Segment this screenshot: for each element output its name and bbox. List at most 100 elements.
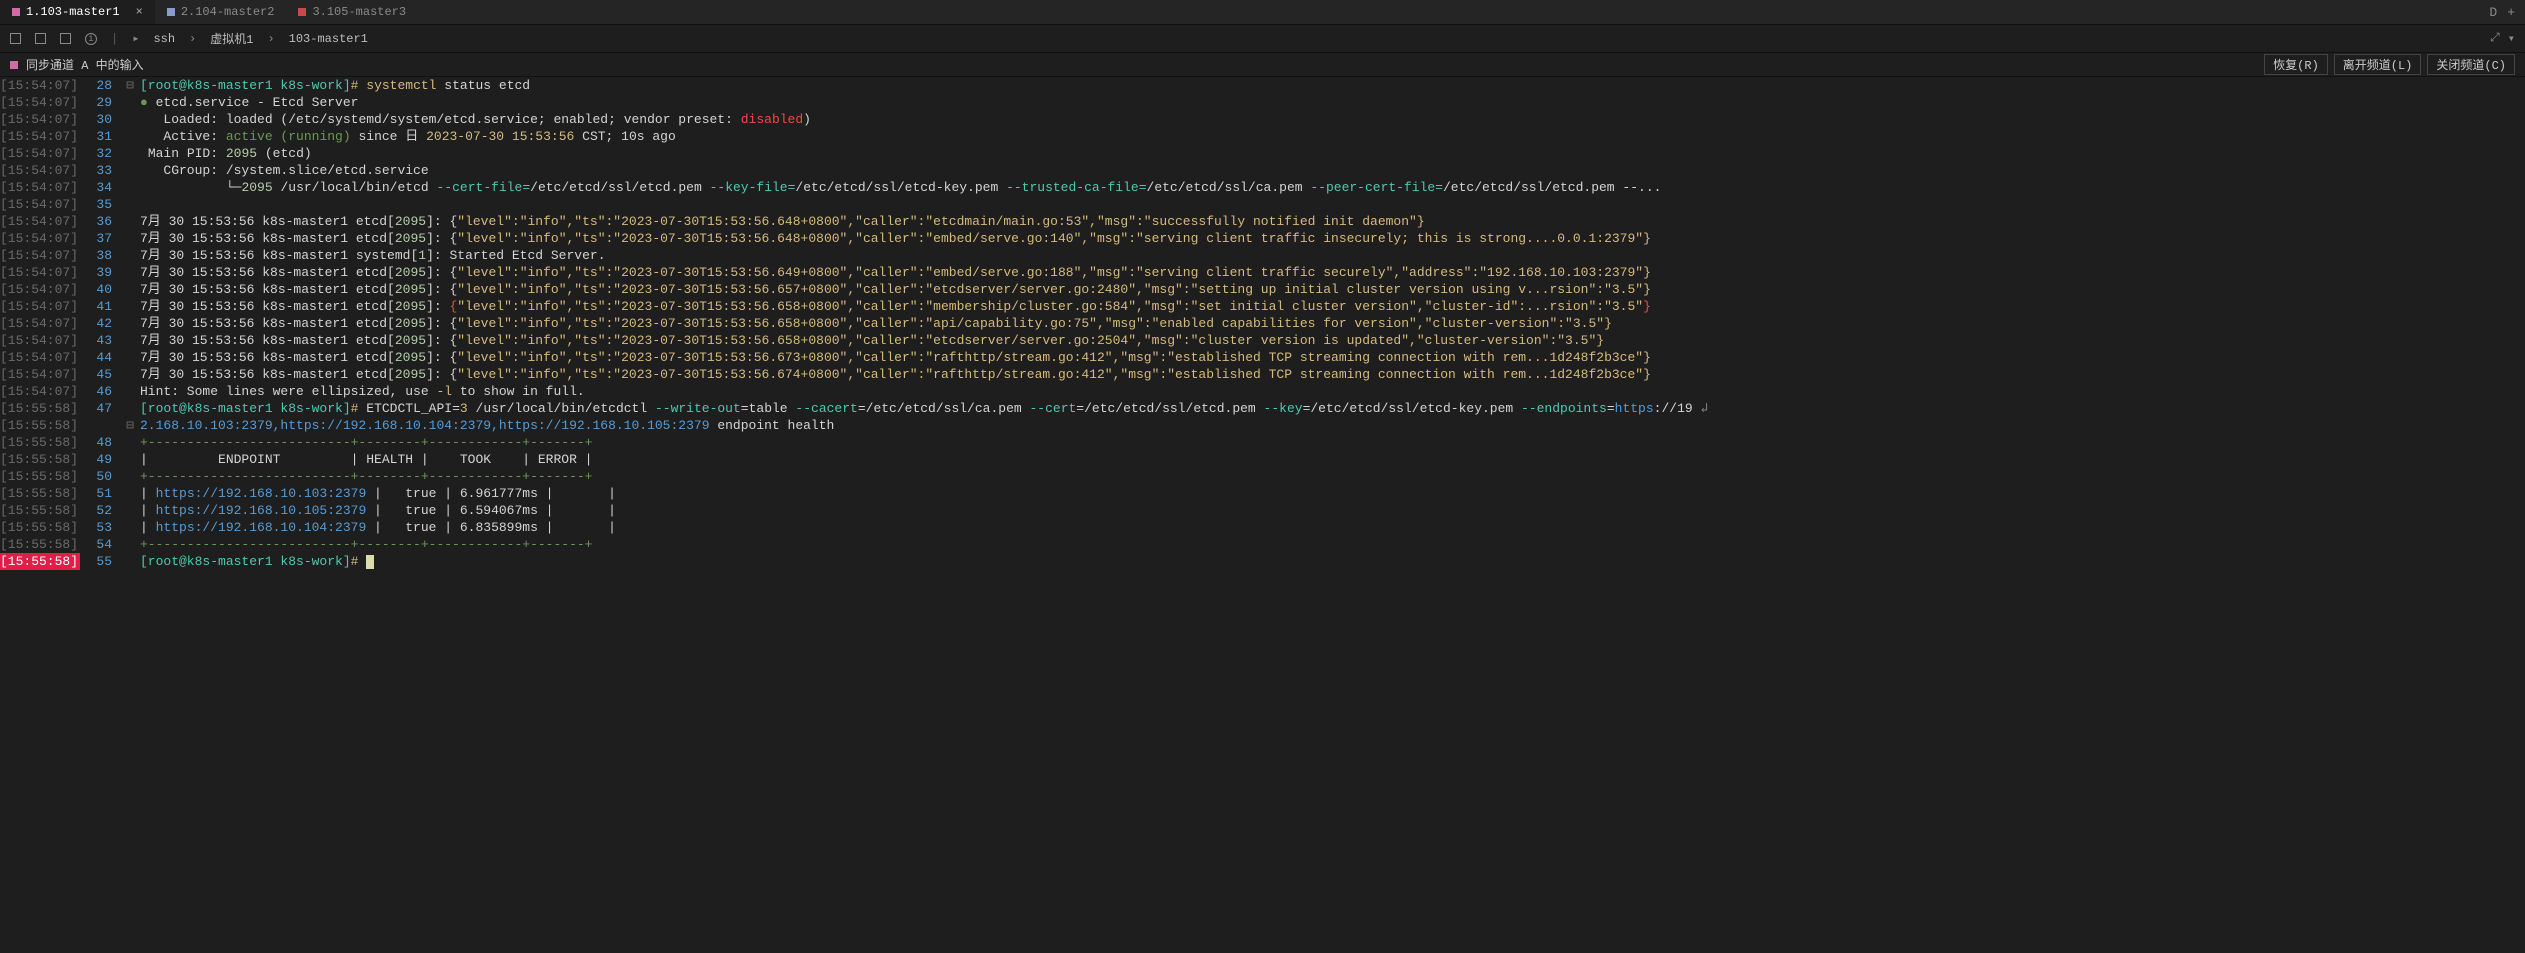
gutter (120, 196, 140, 213)
line-content: +--------------------------+--------+---… (140, 536, 2525, 553)
terminal-line: [15:55:58]49 | ENDPOINT | HEALTH | TOOK … (0, 451, 2525, 468)
line-number: 31 (80, 128, 120, 145)
gutter (120, 111, 140, 128)
timestamp: [15:55:58] (0, 434, 80, 451)
tab-2[interactable]: 2.104-master2 (155, 0, 287, 24)
terminal-line: [15:54:07]42 7月 30 15:53:56 k8s-master1 … (0, 315, 2525, 332)
tabbar-letter[interactable]: D (2489, 5, 2497, 20)
terminal-line: [15:54:07]46 Hint: Some lines were ellip… (0, 383, 2525, 400)
tab-bar: 1.103-master1 × 2.104-master2 3.105-mast… (0, 0, 2525, 25)
line-content: Main PID: 2095 (etcd) (140, 145, 2525, 162)
terminal-line: [15:54:07]30 Loaded: loaded (/etc/system… (0, 111, 2525, 128)
panel-icon-3[interactable] (60, 33, 71, 44)
line-number: 53 (80, 519, 120, 536)
timestamp: [15:54:07] (0, 298, 80, 315)
line-number: 51 (80, 485, 120, 502)
line-content: 7月 30 15:53:56 k8s-master1 etcd[2095]: {… (140, 213, 2525, 230)
panel-icon-2[interactable] (35, 33, 46, 44)
timestamp: [15:54:07] (0, 179, 80, 196)
tab-1[interactable]: 1.103-master1 × (0, 0, 155, 24)
timestamp: [15:55:58] (0, 519, 80, 536)
timestamp: [15:54:07] (0, 332, 80, 349)
terminal-line: [15:54:07]44 7月 30 15:53:56 k8s-master1 … (0, 349, 2525, 366)
line-number: 35 (80, 196, 120, 213)
terminal[interactable]: [15:54:07]28⊟[root@k8s-master1 k8s-work]… (0, 77, 2525, 570)
timestamp: [15:54:07] (0, 128, 80, 145)
line-content: [root@k8s-master1 k8s-work]# (140, 553, 2525, 570)
line-number: 28 (80, 77, 120, 94)
terminal-line: [15:55:58]47 [root@k8s-master1 k8s-work]… (0, 400, 2525, 417)
crumb-vm[interactable]: 虚拟机1 (210, 30, 253, 47)
gutter (120, 434, 140, 451)
timestamp: [15:55:58] (0, 451, 80, 468)
terminal-line: [15:54:07]41 7月 30 15:53:56 k8s-master1 … (0, 298, 2525, 315)
dropdown-icon[interactable]: ▾ (2508, 31, 2515, 46)
restore-button[interactable]: 恢复(R) (2264, 54, 2328, 75)
timestamp: [15:54:07] (0, 230, 80, 247)
timestamp: [15:55:58] (0, 502, 80, 519)
line-number (80, 417, 120, 434)
line-content: +--------------------------+--------+---… (140, 434, 2525, 451)
close-icon[interactable]: × (136, 5, 143, 19)
timestamp: [15:54:07] (0, 162, 80, 179)
gutter (120, 383, 140, 400)
expand-icon[interactable]: ⤢ (2490, 31, 2500, 46)
gutter (120, 128, 140, 145)
terminal-line: [15:54:07]35 (0, 196, 2525, 213)
line-number: 42 (80, 315, 120, 332)
play-icon[interactable]: ▸ (132, 31, 139, 46)
timestamp: [15:55:58] (0, 400, 80, 417)
line-number: 46 (80, 383, 120, 400)
add-tab-icon[interactable]: + (2507, 5, 2515, 20)
terminal-line: [15:54:07]43 7月 30 15:53:56 k8s-master1 … (0, 332, 2525, 349)
crumb-ssh[interactable]: ssh (153, 32, 175, 46)
line-number: 29 (80, 94, 120, 111)
timestamp: [15:55:58] (0, 485, 80, 502)
tab-dot-icon (298, 8, 306, 16)
terminal-line: [15:55:58]52 | https://192.168.10.105:23… (0, 502, 2525, 519)
line-number: 49 (80, 451, 120, 468)
line-number: 36 (80, 213, 120, 230)
tab-dot-icon (167, 8, 175, 16)
line-number: 43 (80, 332, 120, 349)
gutter (120, 213, 140, 230)
terminal-line: [15:54:07]37 7月 30 15:53:56 k8s-master1 … (0, 230, 2525, 247)
line-content: 7月 30 15:53:56 k8s-master1 etcd[2095]: {… (140, 332, 2525, 349)
gutter: ⊟ (120, 417, 140, 434)
tab-3[interactable]: 3.105-master3 (286, 0, 418, 24)
line-number: 48 (80, 434, 120, 451)
line-number: 30 (80, 111, 120, 128)
timestamp: [15:54:07] (0, 281, 80, 298)
info-icon[interactable]: i (85, 33, 97, 45)
timestamp: [15:54:07] (0, 315, 80, 332)
gutter (120, 162, 140, 179)
terminal-line: [15:55:58]51 | https://192.168.10.103:23… (0, 485, 2525, 502)
line-number: 54 (80, 536, 120, 553)
line-content: CGroup: /system.slice/etcd.service (140, 162, 2525, 179)
line-number: 32 (80, 145, 120, 162)
panel-icon-1[interactable] (10, 33, 21, 44)
line-number: 41 (80, 298, 120, 315)
terminal-line: [15:54:07]39 7月 30 15:53:56 k8s-master1 … (0, 264, 2525, 281)
line-content: 7月 30 15:53:56 k8s-master1 etcd[2095]: {… (140, 349, 2525, 366)
terminal-line: [15:54:07]36 7月 30 15:53:56 k8s-master1 … (0, 213, 2525, 230)
terminal-line: [15:54:07]40 7月 30 15:53:56 k8s-master1 … (0, 281, 2525, 298)
tab-dot-icon (12, 8, 20, 16)
line-content: 7月 30 15:53:56 k8s-master1 etcd[2095]: {… (140, 264, 2525, 281)
line-number: 37 (80, 230, 120, 247)
gutter (120, 536, 140, 553)
gutter (120, 400, 140, 417)
gutter (120, 332, 140, 349)
line-content: 7月 30 15:53:56 k8s-master1 etcd[2095]: {… (140, 315, 2525, 332)
crumb-host[interactable]: 103-master1 (289, 32, 368, 46)
line-number: 45 (80, 366, 120, 383)
tab-label: 1.103-master1 (26, 5, 120, 19)
terminal-line: [15:54:07]31 Active: active (running) si… (0, 128, 2525, 145)
gutter (120, 553, 140, 570)
close-channel-button[interactable]: 关闭频道(C) (2427, 54, 2515, 75)
line-content: Active: active (running) since 日 2023-07… (140, 128, 2525, 145)
timestamp: [15:54:07] (0, 77, 80, 94)
leave-channel-button[interactable]: 离开频道(L) (2334, 54, 2422, 75)
terminal-line: [15:55:58]48 +--------------------------… (0, 434, 2525, 451)
timestamp: [15:54:07] (0, 145, 80, 162)
